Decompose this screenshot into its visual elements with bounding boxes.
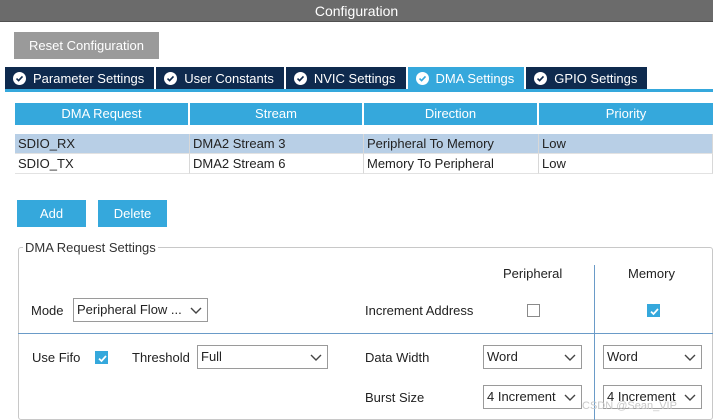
data-width-memory-value: Word: [607, 349, 638, 364]
tab-dma-settings[interactable]: DMA Settings: [407, 67, 525, 90]
increment-address-label: Increment Address: [365, 303, 474, 318]
cell-direction: Peripheral To Memory: [364, 134, 539, 154]
panel-legend: DMA Request Settings: [23, 240, 158, 255]
memory-column-header: Memory: [628, 266, 675, 281]
check-circle-icon: [293, 72, 307, 85]
use-fifo-checkbox[interactable]: [95, 351, 108, 364]
threshold-label: Threshold: [132, 350, 190, 365]
column-header-direction[interactable]: Direction: [364, 103, 539, 125]
window-title: Configuration: [0, 0, 713, 22]
burst-size-peripheral-select[interactable]: 4 Increment: [483, 385, 582, 409]
data-width-peripheral-value: Word: [487, 349, 518, 364]
tab-label: GPIO Settings: [554, 71, 638, 86]
use-fifo-label: Use Fifo: [32, 350, 81, 365]
cell-priority: Low: [539, 154, 713, 174]
checkmark-icon: [650, 308, 659, 316]
check-circle-icon: [534, 72, 548, 85]
chevron-down-icon: [684, 394, 696, 401]
data-width-label: Data Width: [365, 350, 430, 365]
tab-label: DMA Settings: [435, 71, 515, 86]
tab-label: User Constants: [184, 71, 274, 86]
column-header-stream[interactable]: Stream: [190, 103, 364, 125]
peripheral-column-header: Peripheral: [503, 266, 563, 281]
settings-tabs: Parameter Settings User Constants NVIC S…: [5, 67, 649, 90]
chevron-down-icon: [310, 354, 322, 361]
burst-size-label: Burst Size: [365, 390, 425, 405]
column-divider: [594, 265, 595, 420]
add-button[interactable]: Add: [17, 200, 86, 227]
threshold-value: Full: [201, 349, 222, 364]
dma-request-table: DMA Request Stream Direction Priority SD…: [15, 103, 713, 174]
delete-button[interactable]: Delete: [98, 200, 167, 227]
tab-gpio-settings[interactable]: GPIO Settings: [526, 67, 648, 90]
mode-label: Mode: [31, 303, 64, 318]
tab-nvic-settings[interactable]: NVIC Settings: [285, 67, 406, 90]
tab-label: NVIC Settings: [313, 71, 396, 86]
cell-stream: DMA2 Stream 3: [190, 134, 364, 154]
increment-peripheral-checkbox[interactable]: [527, 304, 540, 317]
watermark: CSDN @Sean_VIP: [582, 400, 677, 412]
cell-priority: Low: [539, 134, 713, 154]
chevron-down-icon: [564, 394, 576, 401]
increment-memory-checkbox[interactable]: [647, 304, 660, 317]
column-header-priority[interactable]: Priority: [539, 103, 713, 125]
mode-value: Peripheral Flow ...: [77, 302, 182, 317]
tab-underline: [5, 89, 713, 92]
tab-user-constants[interactable]: User Constants: [156, 67, 284, 90]
cell-dma-request: SDIO_TX: [15, 154, 190, 174]
checkmark-icon: [98, 355, 107, 363]
table-row[interactable]: SDIO_RX DMA2 Stream 3 Peripheral To Memo…: [15, 134, 713, 154]
check-circle-icon: [164, 72, 178, 85]
tab-parameter-settings[interactable]: Parameter Settings: [5, 67, 155, 90]
chevron-down-icon: [684, 354, 696, 361]
check-circle-icon: [13, 72, 26, 85]
cell-stream: DMA2 Stream 6: [190, 154, 364, 174]
chevron-down-icon: [564, 354, 576, 361]
mode-select[interactable]: Peripheral Flow ...: [73, 298, 208, 322]
column-header-dma-request[interactable]: DMA Request: [15, 103, 190, 125]
threshold-select[interactable]: Full: [197, 345, 328, 369]
reset-configuration-button[interactable]: Reset Configuration: [14, 32, 159, 59]
data-width-memory-select[interactable]: Word: [603, 345, 702, 369]
tab-label: Parameter Settings: [33, 71, 145, 86]
data-width-peripheral-select[interactable]: Word: [483, 345, 582, 369]
check-circle-icon: [415, 72, 429, 85]
chevron-down-icon: [190, 307, 202, 314]
burst-size-peripheral-value: 4 Increment: [487, 389, 556, 404]
cell-dma-request: SDIO_RX: [15, 134, 190, 154]
table-row[interactable]: SDIO_TX DMA2 Stream 6 Memory To Peripher…: [15, 154, 713, 174]
cell-direction: Memory To Peripheral: [364, 154, 539, 174]
settings-divider: [18, 333, 713, 334]
table-header: DMA Request Stream Direction Priority: [15, 103, 713, 125]
